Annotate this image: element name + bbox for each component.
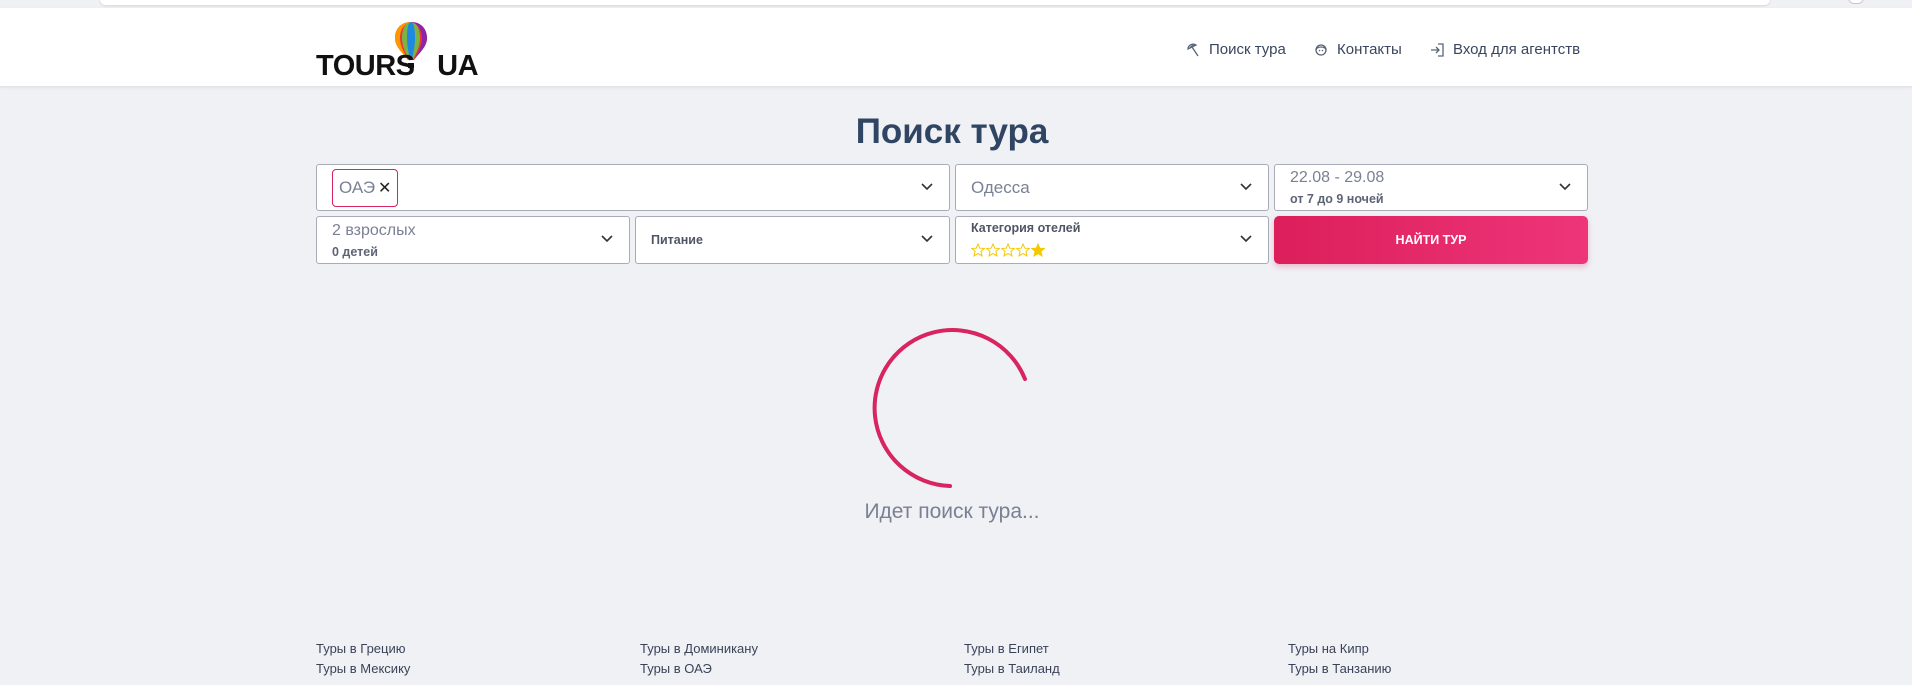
- chevron-down-icon: [1559, 182, 1571, 190]
- chevron-down-icon: [1240, 182, 1252, 190]
- hotel-category-label: Категория отелей: [971, 221, 1081, 235]
- chevron-down-icon: [921, 235, 933, 243]
- star-outline-icon[interactable]: [1016, 243, 1030, 257]
- star-rating[interactable]: [971, 243, 1045, 257]
- footer-link[interactable]: Туры в Доминикану: [640, 641, 758, 661]
- nav-contacts[interactable]: Контакты: [1313, 41, 1402, 58]
- dates-value: 22.08 - 29.08: [1290, 169, 1385, 186]
- adults-value: 2 взрослых: [332, 222, 416, 239]
- footer-link[interactable]: Туры в ОАЭ: [640, 661, 758, 681]
- browser-top-strip: [0, 0, 1912, 8]
- nav-label: Контакты: [1337, 41, 1402, 58]
- footer-link[interactable]: Туры в Египет: [964, 641, 1060, 661]
- nights-value: от 7 до 9 ночей: [1290, 192, 1384, 206]
- chevron-down-icon: [1240, 235, 1252, 243]
- footer-link[interactable]: Туры на Кипр: [1288, 641, 1391, 661]
- footer-column: Туры в Доминикану Туры в ОАЭ: [640, 641, 758, 681]
- browser-control-edge: [1848, 0, 1864, 4]
- destination-tag[interactable]: ОАЭ ✕: [332, 169, 399, 207]
- dates-select[interactable]: 22.08 - 29.08 от 7 до 9 ночей: [1274, 164, 1588, 211]
- remove-tag-icon[interactable]: ✕: [378, 178, 391, 198]
- nav-label: Поиск тура: [1209, 41, 1286, 58]
- site-logo[interactable]: TOURS UA: [316, 20, 479, 86]
- destination-field[interactable]: ОАЭ ✕: [316, 164, 950, 211]
- find-tour-button[interactable]: НАЙТИ ТУР: [1274, 216, 1588, 264]
- nav-agency-login[interactable]: Вход для агентств: [1429, 41, 1580, 58]
- meals-select[interactable]: Питание: [635, 216, 950, 264]
- footer-link[interactable]: Туры в Танзанию: [1288, 661, 1391, 681]
- nav-label: Вход для агентств: [1453, 41, 1581, 58]
- loading-spinner-icon: [872, 328, 1027, 488]
- nav-tour-search[interactable]: Поиск тура: [1185, 41, 1286, 58]
- departure-city-select[interactable]: Одесса: [955, 164, 1269, 211]
- logo-text: TOURS UA: [316, 50, 479, 82]
- chevron-down-icon: [601, 235, 613, 243]
- footer-column: Туры в Египет Туры в Таиланд: [964, 641, 1060, 681]
- children-value: 0 детей: [332, 245, 378, 259]
- footer-column: Туры в Грецию Туры в Мексику: [316, 641, 410, 681]
- site-header: TOURS UA Поиск тура Контакты Вход для аг…: [0, 8, 1912, 87]
- beach-umbrella-icon: [1187, 43, 1199, 56]
- support-agent-icon: [1315, 43, 1327, 56]
- footer-column: Туры на Кипр Туры в Танзанию: [1288, 641, 1391, 681]
- travelers-select[interactable]: 2 взрослых 0 детей: [316, 216, 630, 264]
- footer-link[interactable]: Туры в Мексику: [316, 661, 410, 681]
- loading-text: Идет поиск тура...: [864, 500, 1040, 523]
- meals-label: Питание: [651, 233, 703, 247]
- address-bar-edge: [100, 0, 1770, 5]
- chevron-down-icon: [921, 182, 933, 190]
- star-outline-icon[interactable]: [971, 243, 985, 257]
- star-outline-icon[interactable]: [1001, 243, 1015, 257]
- page-title: Поиск тура: [855, 112, 1049, 151]
- footer-link[interactable]: Туры в Грецию: [316, 641, 410, 661]
- hotel-category-select[interactable]: Категория отелей: [955, 216, 1269, 264]
- footer-link[interactable]: Туры в Таиланд: [964, 661, 1060, 681]
- destination-tag-label: ОАЭ: [339, 178, 376, 197]
- star-outline-icon[interactable]: [986, 243, 1000, 257]
- star-filled-icon[interactable]: [1031, 243, 1045, 257]
- login-icon: [1431, 42, 1444, 57]
- departure-city-value: Одесса: [971, 178, 1030, 197]
